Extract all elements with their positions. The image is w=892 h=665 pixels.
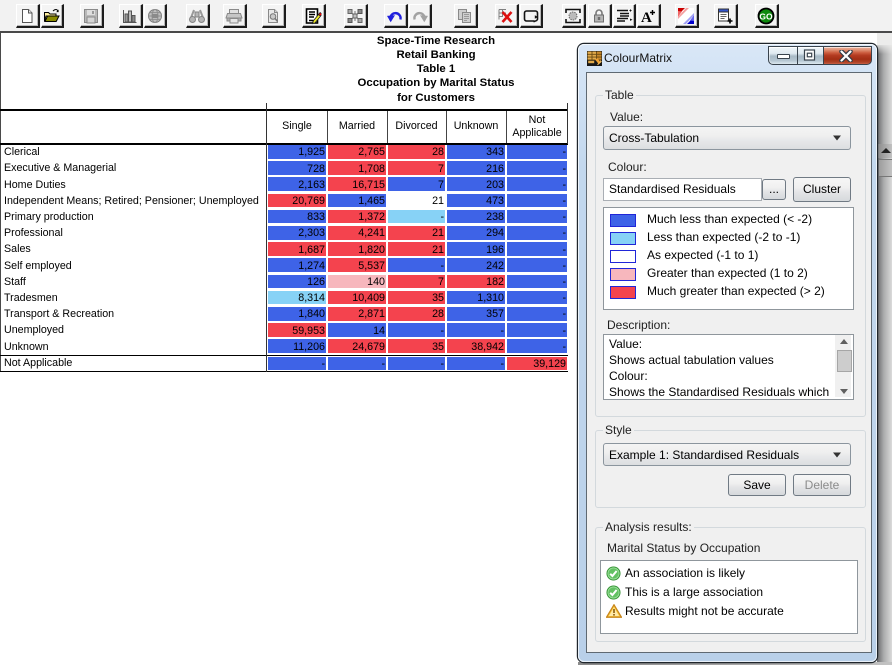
svg-text:GO: GO <box>760 11 774 21</box>
